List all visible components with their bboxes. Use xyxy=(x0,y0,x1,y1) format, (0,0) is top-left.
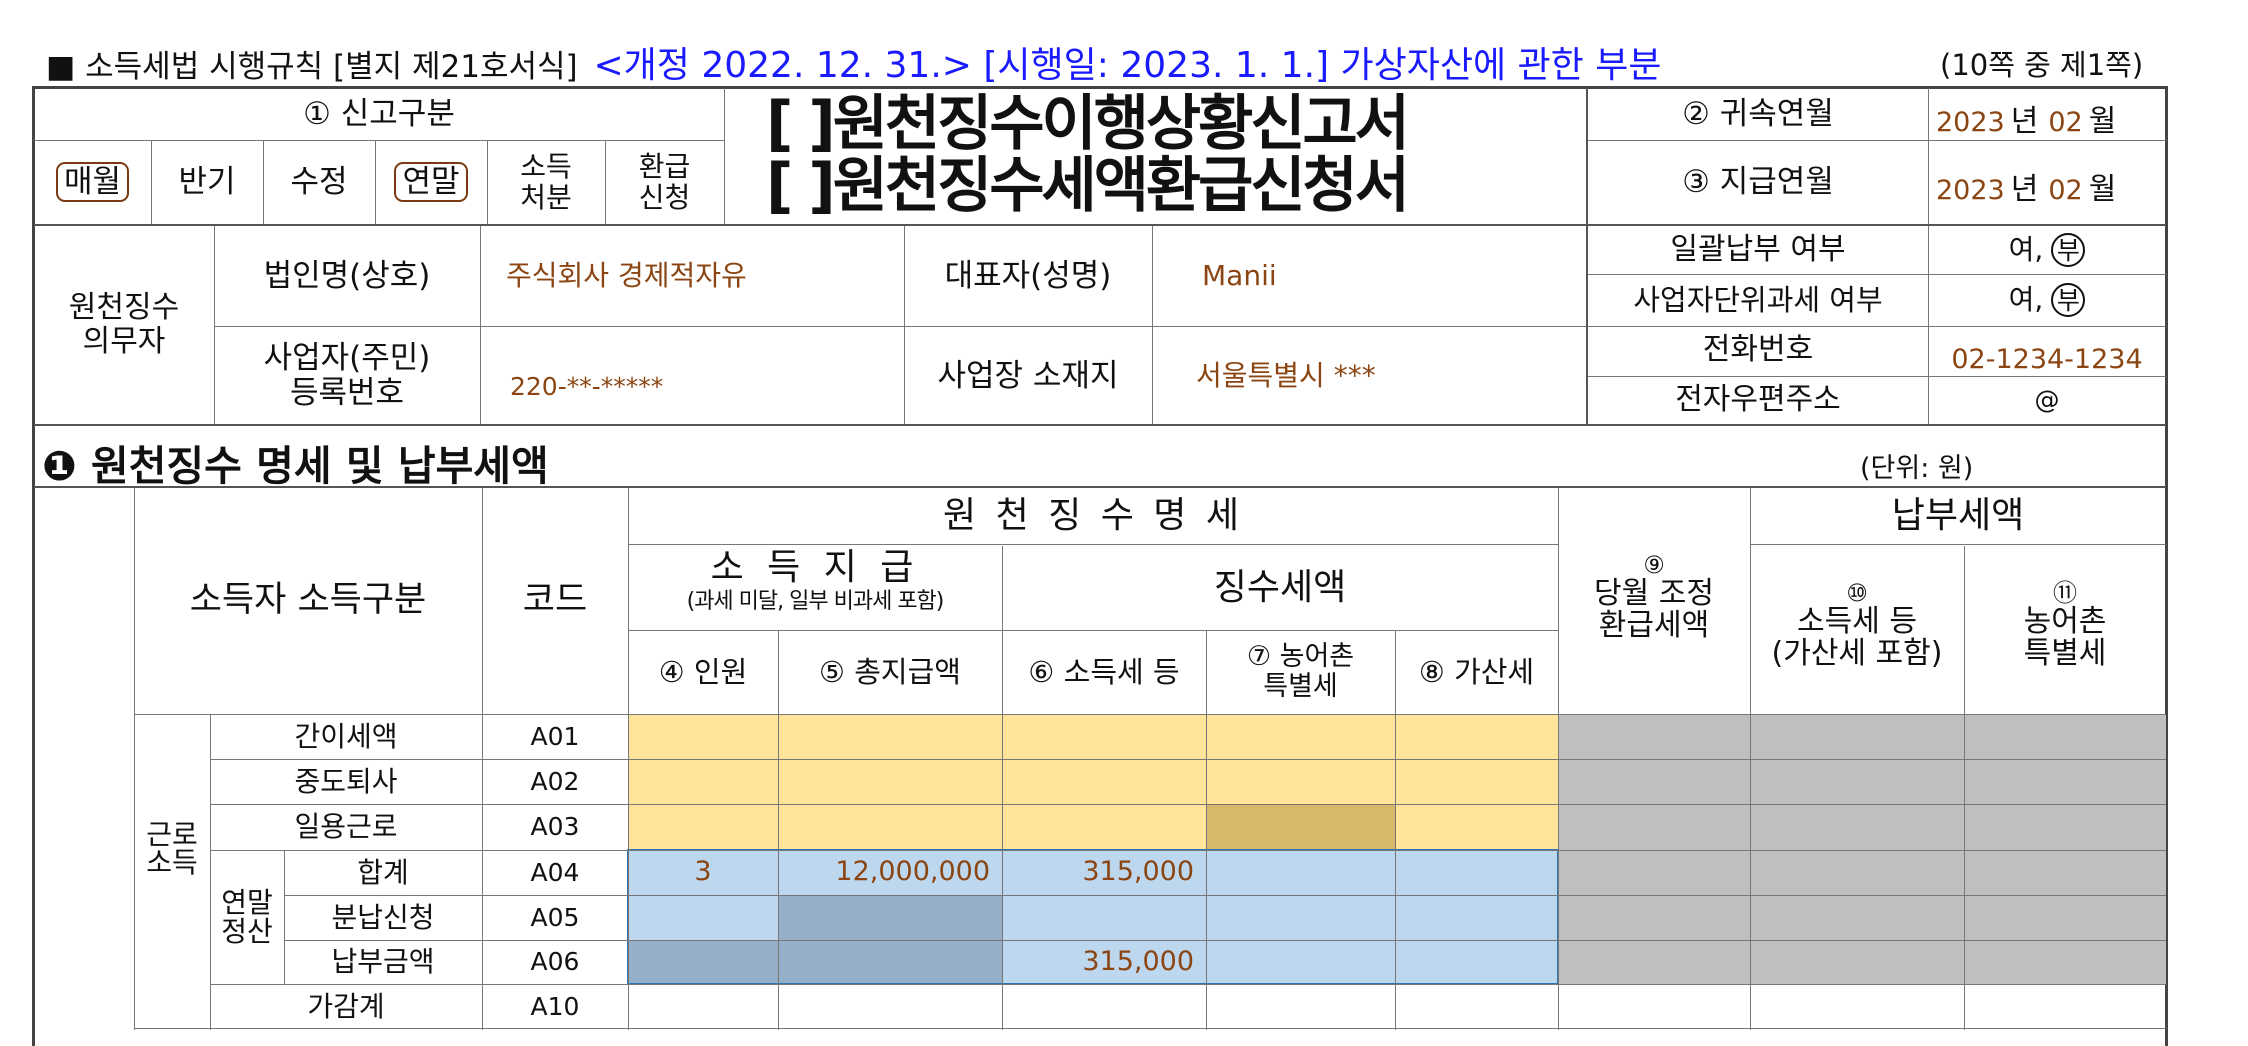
email-field[interactable]: @ xyxy=(1928,376,2166,424)
report-type-monthly[interactable]: 매월 xyxy=(34,140,151,224)
row-label: 합계 xyxy=(357,855,409,889)
email-label: 전자우편주소 xyxy=(1675,382,1841,418)
report-type-yearend[interactable]: 연말 xyxy=(375,140,487,224)
section1-unit: (단위: 원) xyxy=(1860,453,1974,484)
section1-title: ❶ 원천징수 명세 및 납부세액 xyxy=(42,442,549,490)
page-indicator: (10쪽 중 제1쪽) xyxy=(1940,48,2144,82)
report-type-income-disposal[interactable]: 소득 처분 xyxy=(487,140,605,224)
row-code: A06 xyxy=(530,947,580,976)
corp-name-label: 법인명(상호) xyxy=(263,257,431,294)
header-code: 코드 xyxy=(522,580,588,621)
subgroup-year-end: 연말 정산 xyxy=(221,885,273,948)
row-label: 간이세액 xyxy=(294,719,398,753)
fill-olive xyxy=(1206,804,1395,850)
rep-name-label: 대표자(성명) xyxy=(944,257,1112,294)
report-type-refund-request[interactable]: 환급 신청 xyxy=(605,140,724,224)
col-rural-tax: ⑦ 농어촌 특별세 xyxy=(1246,640,1355,702)
row-code: A03 xyxy=(530,812,580,841)
attribution-period-label: ② 귀속연월 xyxy=(1682,95,1834,132)
row-code: A01 xyxy=(530,721,580,751)
amendment-note: <개정 2022. 12. 31.> [시행일: 2023. 1. 1.] 가상… xyxy=(593,45,1662,86)
fill-yellow xyxy=(628,714,1558,850)
a06-income-tax-field[interactable]: 315,000 xyxy=(1002,940,1206,984)
rep-name-field[interactable]: Manii xyxy=(1152,226,1586,326)
row-label: 분납신청 xyxy=(331,900,435,934)
fill-gray xyxy=(1558,714,2166,984)
header-income-paid: 소 득 지 급 (과세 미달, 일부 비과세 포함) xyxy=(686,547,945,615)
row-code: A02 xyxy=(530,766,580,796)
row-label: 일용근로 xyxy=(294,810,398,844)
category-labor-income: 근로 소득 xyxy=(146,818,198,879)
form-title: [ ]원천징수이행상황신고서 [ ]원천징수세액환급신청서 xyxy=(730,88,1586,224)
report-type-halfyear[interactable]: 반기 xyxy=(151,140,263,224)
row-label: 중도퇴사 xyxy=(294,764,398,798)
a04-persons-field[interactable]: 3 xyxy=(628,850,778,895)
col-total-paid: ⑤ 총지급액 xyxy=(819,654,961,689)
header-tax-collected: 징수세액 xyxy=(1213,566,1347,608)
phone-label: 전화번호 xyxy=(1702,332,1814,368)
form-reference: ■ 소득세법 시행규칙 [별지 제21호서식] xyxy=(46,49,578,85)
header-withholding: 원 천 징 수 명 세 xyxy=(943,494,1243,536)
col-persons: ④ 인원 xyxy=(658,654,748,689)
unit-tax-label: 사업자단위과세 여부 xyxy=(1633,282,1883,317)
row-code: A10 xyxy=(530,992,580,1021)
col-pay-income: ⑩ 소득세 등 (가산세 포함) xyxy=(1771,579,1943,671)
no-circled-icon: 부 xyxy=(2051,233,2086,267)
report-type-amend[interactable]: 수정 xyxy=(263,140,375,224)
reg-number-field[interactable]: 220-**-***** xyxy=(480,350,904,424)
reg-number-label: 사업자(주민) 등록번호 xyxy=(263,340,431,411)
unit-tax-choice[interactable]: 여, 부 xyxy=(1928,274,2166,326)
col-pay-rural: ⑪ 농어촌 특별세 xyxy=(2023,579,2107,671)
withholder-group-label: 원천징수 의무자 xyxy=(68,290,180,359)
bulk-payment-label: 일괄납부 여부 xyxy=(1670,232,1846,268)
col-refund: ⑨ 당월 조정 환급세액 xyxy=(1594,551,1714,643)
no-circled-icon: 부 xyxy=(2051,283,2086,317)
a04-total-paid-field[interactable]: 12,000,000 xyxy=(778,850,1002,895)
header-payment: 납부세액 xyxy=(1891,494,2025,536)
col-income-tax: ⑥ 소득세 등 xyxy=(1028,654,1180,689)
title-line-1: [ ]원천징수이행상황신고서 xyxy=(766,89,1410,159)
header-income-type: 소득자 소득구분 xyxy=(189,580,427,621)
payment-period-label: ③ 지급연월 xyxy=(1682,163,1834,200)
row-code: A04 xyxy=(530,857,580,887)
a04-income-tax-field[interactable]: 315,000 xyxy=(1002,850,1206,895)
title-line-2: [ ]원천징수세액환급신청서 xyxy=(766,151,1410,221)
row-label: 납부금액 xyxy=(331,945,435,979)
row-code: A05 xyxy=(530,902,580,932)
attribution-period-value[interactable]: 2023 년 02 월 xyxy=(1936,96,2116,140)
address-field[interactable]: 서울특별시 *** xyxy=(1152,328,1586,424)
row-label: 가감계 xyxy=(307,990,385,1024)
report-type-label: ① 신고구분 xyxy=(303,95,455,132)
payment-period-value[interactable]: 2023 년 02 월 xyxy=(1936,164,2116,208)
col-penalty: ⑧ 가산세 xyxy=(1418,654,1535,689)
bulk-payment-choice[interactable]: 여, 부 xyxy=(1928,226,2166,274)
address-label: 사업장 소재지 xyxy=(937,357,1119,394)
form-header: ■ 소득세법 시행규칙 [별지 제21호서식] <개정 2022. 12. 31… xyxy=(46,36,2246,86)
corp-name-field[interactable]: 주식회사 경제적자유 xyxy=(480,226,904,326)
